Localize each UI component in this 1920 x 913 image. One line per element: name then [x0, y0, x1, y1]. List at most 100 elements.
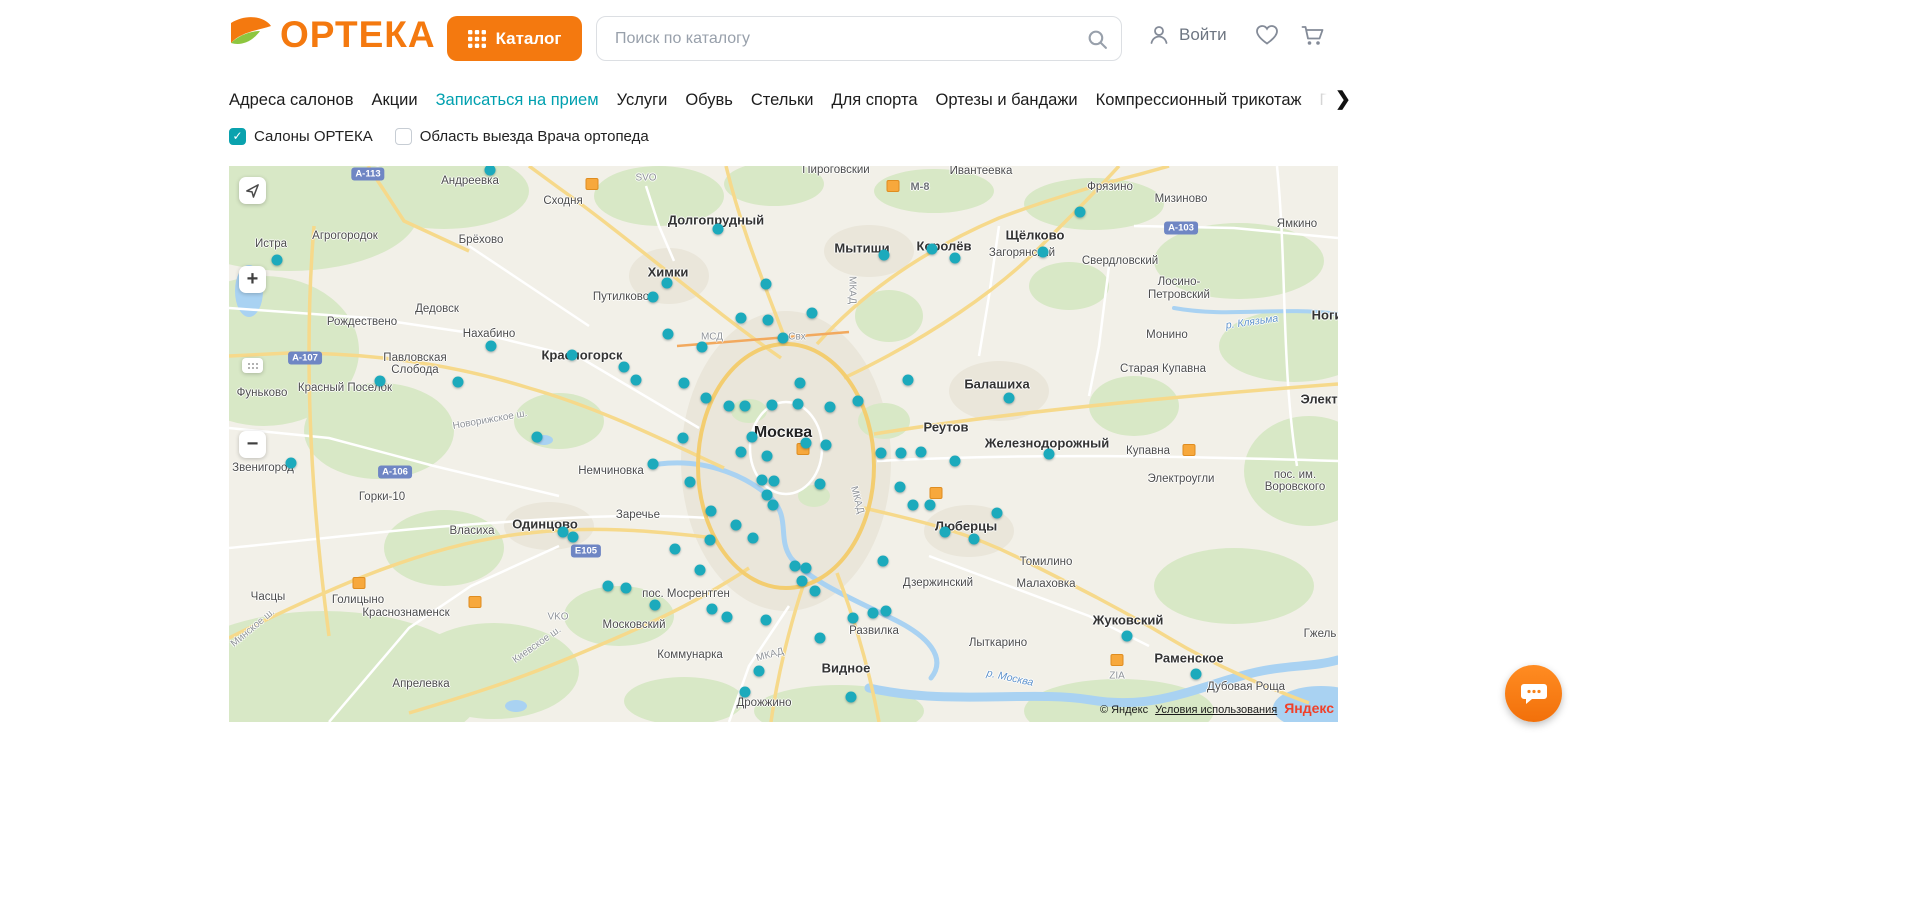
store-marker[interactable]: [731, 520, 742, 531]
nav-item-9[interactable]: Компрессионный трикотаж: [1096, 91, 1302, 110]
store-marker[interactable]: [678, 433, 689, 444]
search-icon[interactable]: [1087, 29, 1108, 50]
store-marker[interactable]: [650, 600, 661, 611]
store-marker[interactable]: [567, 350, 578, 361]
store-marker[interactable]: [768, 500, 779, 511]
store-marker[interactable]: [821, 440, 832, 451]
yandex-logo[interactable]: Яндекс: [1284, 700, 1334, 716]
store-marker[interactable]: [807, 308, 818, 319]
store-marker[interactable]: [713, 224, 724, 235]
store-marker[interactable]: [1044, 449, 1055, 460]
store-marker[interactable]: [878, 556, 889, 567]
store-marker[interactable]: [1122, 631, 1133, 642]
store-marker[interactable]: [801, 438, 812, 449]
store-marker[interactable]: [767, 400, 778, 411]
checkbox-unchecked[interactable]: [395, 128, 412, 145]
store-marker[interactable]: [748, 533, 759, 544]
map[interactable]: МоскваДолгопрудныйХимкиМытищиКоролёвЩёлк…: [229, 166, 1338, 722]
checkbox-checked[interactable]: ✓: [229, 128, 246, 145]
store-marker[interactable]: [286, 458, 297, 469]
store-marker[interactable]: [662, 278, 673, 289]
store-marker[interactable]: [795, 378, 806, 389]
store-marker[interactable]: [815, 479, 826, 490]
store-marker[interactable]: [705, 535, 716, 546]
nav-item-4[interactable]: Услуги: [617, 91, 668, 110]
search-box[interactable]: [596, 16, 1122, 61]
store-marker[interactable]: [1038, 247, 1049, 258]
store-marker[interactable]: [663, 329, 674, 340]
store-marker[interactable]: [621, 583, 632, 594]
store-marker[interactable]: [950, 253, 961, 264]
store-marker[interactable]: [940, 527, 951, 538]
store-marker[interactable]: [747, 432, 758, 443]
store-marker[interactable]: [695, 565, 706, 576]
store-marker[interactable]: [881, 606, 892, 617]
store-marker[interactable]: [790, 561, 801, 572]
store-marker[interactable]: [853, 396, 864, 407]
zoom-slider-handle[interactable]: [242, 358, 263, 373]
favorites-button[interactable]: [1255, 24, 1279, 46]
store-marker[interactable]: [896, 448, 907, 459]
store-marker[interactable]: [701, 393, 712, 404]
nav-scroll-right-icon[interactable]: ❯: [1335, 88, 1351, 111]
store-marker[interactable]: [950, 456, 961, 467]
store-marker[interactable]: [706, 506, 717, 517]
store-marker[interactable]: [685, 477, 696, 488]
store-marker[interactable]: [697, 342, 708, 353]
store-marker[interactable]: [679, 378, 690, 389]
store-marker[interactable]: [815, 633, 826, 644]
nav-item-8[interactable]: Ортезы и бандажи: [936, 91, 1078, 110]
store-marker[interactable]: [793, 399, 804, 410]
store-marker[interactable]: [848, 613, 859, 624]
login-button[interactable]: Войти: [1148, 24, 1227, 46]
store-marker[interactable]: [1075, 207, 1086, 218]
catalog-button[interactable]: Каталог: [447, 16, 582, 61]
store-marker[interactable]: [568, 532, 579, 543]
store-marker[interactable]: [825, 402, 836, 413]
store-marker[interactable]: [763, 315, 774, 326]
geolocation-button[interactable]: [239, 177, 266, 204]
store-marker[interactable]: [992, 508, 1003, 519]
store-marker[interactable]: [1004, 393, 1015, 404]
store-marker[interactable]: [895, 482, 906, 493]
store-marker[interactable]: [754, 666, 765, 677]
store-marker[interactable]: [879, 250, 890, 261]
store-marker[interactable]: [532, 432, 543, 443]
store-marker[interactable]: [846, 692, 857, 703]
store-marker[interactable]: [707, 604, 718, 615]
nav-item-3[interactable]: Записаться на прием: [436, 91, 599, 110]
store-marker[interactable]: [648, 459, 659, 470]
terms-of-use-link[interactable]: Условия использования: [1155, 704, 1277, 716]
search-input[interactable]: [597, 17, 1121, 60]
orteka-logo[interactable]: ОРТЕКА: [229, 14, 436, 56]
zoom-in-button[interactable]: +: [239, 266, 266, 293]
store-marker[interactable]: [769, 476, 780, 487]
nav-item-2[interactable]: Акции: [371, 91, 417, 110]
store-marker[interactable]: [969, 534, 980, 545]
store-marker[interactable]: [1191, 669, 1202, 680]
store-marker[interactable]: [736, 313, 747, 324]
store-marker[interactable]: [619, 362, 630, 373]
store-marker[interactable]: [757, 475, 768, 486]
chat-button[interactable]: [1505, 665, 1562, 722]
store-marker[interactable]: [810, 586, 821, 597]
store-marker[interactable]: [778, 333, 789, 344]
store-marker[interactable]: [740, 401, 751, 412]
store-marker[interactable]: [722, 612, 733, 623]
store-marker[interactable]: [868, 608, 879, 619]
nav-item-7[interactable]: Для спорта: [831, 91, 917, 110]
store-marker[interactable]: [740, 687, 751, 698]
store-marker[interactable]: [603, 581, 614, 592]
store-marker[interactable]: [375, 376, 386, 387]
zoom-out-button[interactable]: −: [239, 431, 266, 458]
store-marker[interactable]: [916, 447, 927, 458]
store-marker[interactable]: [272, 255, 283, 266]
filter-2[interactable]: Область выезда Врача ортопеда: [395, 128, 649, 145]
store-marker[interactable]: [801, 563, 812, 574]
store-marker[interactable]: [927, 244, 938, 255]
store-marker[interactable]: [762, 451, 773, 462]
store-marker[interactable]: [761, 615, 772, 626]
store-marker[interactable]: [876, 448, 887, 459]
filter-1[interactable]: ✓Салоны ОРТЕКА: [229, 128, 373, 145]
store-marker[interactable]: [761, 279, 772, 290]
